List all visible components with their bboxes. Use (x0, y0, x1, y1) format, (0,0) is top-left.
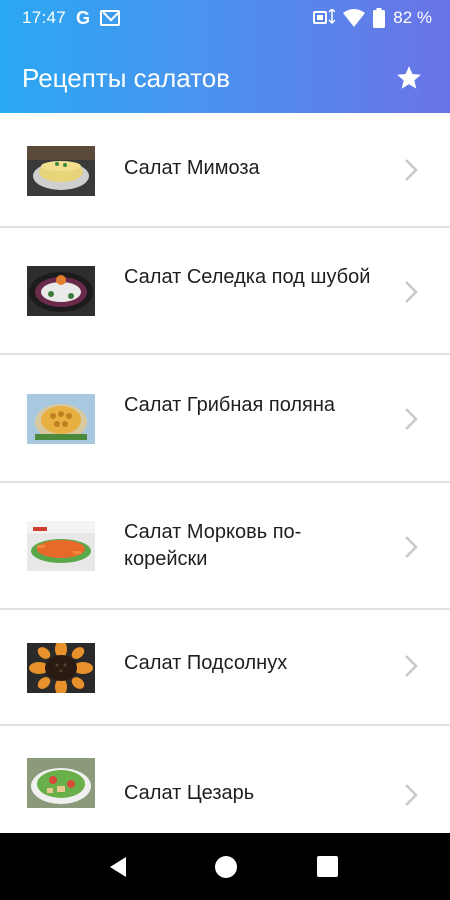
list-item[interactable]: Салат Селедка под шубой (0, 228, 450, 355)
status-right: 82 % (313, 8, 432, 28)
chevron-right-icon (405, 408, 418, 430)
status-left: 17:47 G (22, 7, 121, 29)
list-item[interactable]: Салат Цезарь (0, 726, 450, 833)
herring-salad-photo (27, 266, 95, 316)
chevron-right-icon (405, 536, 418, 558)
list-item-label: Салат Грибная поляна (124, 394, 336, 416)
status-bar: 17:47 G 82 % (0, 0, 450, 36)
list-item[interactable]: Салат Морковь по-корейски (0, 483, 450, 610)
back-icon[interactable] (106, 855, 130, 879)
wifi-icon (343, 9, 366, 27)
data-saver-icon (313, 9, 336, 25)
battery-icon (373, 8, 386, 28)
list-item-label: Салат Мимоза (124, 157, 260, 179)
list-item-label: Салат Цезарь (124, 782, 255, 804)
list-item[interactable]: Салат Мимоза (0, 113, 450, 228)
home-icon[interactable] (215, 856, 237, 878)
app-title: Рецепты салатов (22, 62, 231, 93)
chevron-right-icon (405, 655, 418, 677)
mushroom-salad-photo (27, 394, 95, 444)
sunflower-salad-photo (27, 643, 95, 693)
system-nav-bar (0, 833, 450, 900)
gmail-icon (100, 10, 121, 26)
status-time: 17:47 (22, 8, 67, 27)
favorites-button[interactable] (392, 61, 426, 95)
mimosa-salad-photo (27, 146, 95, 196)
list-item-label: Салат Морковь по-корейски (124, 521, 302, 570)
app-root: 17:47 G 82 % Рецепты салатов Салат Мимоз… (0, 0, 450, 900)
header: 17:47 G 82 % Рецепты салатов (0, 0, 450, 113)
recipe-list: Салат Мимоза Салат Селедка под шубой Сал… (0, 113, 450, 833)
battery-percent: 82 % (393, 8, 432, 27)
app-bar: Рецепты салатов (0, 50, 450, 106)
list-item[interactable]: Салат Подсолнух (0, 610, 450, 726)
star-icon (397, 66, 421, 89)
korean-carrot-photo (27, 521, 95, 571)
chevron-right-icon (405, 159, 418, 181)
list-item-label: Салат Подсолнух (124, 652, 288, 674)
chevron-right-icon (405, 281, 418, 303)
recents-icon[interactable] (317, 856, 338, 877)
caesar-salad-photo (27, 758, 95, 808)
google-icon: G (76, 7, 91, 28)
list-item-label: Салат Селедка под шубой (124, 266, 371, 288)
list-item[interactable]: Салат Грибная поляна (0, 355, 450, 483)
chevron-right-icon (405, 784, 418, 806)
